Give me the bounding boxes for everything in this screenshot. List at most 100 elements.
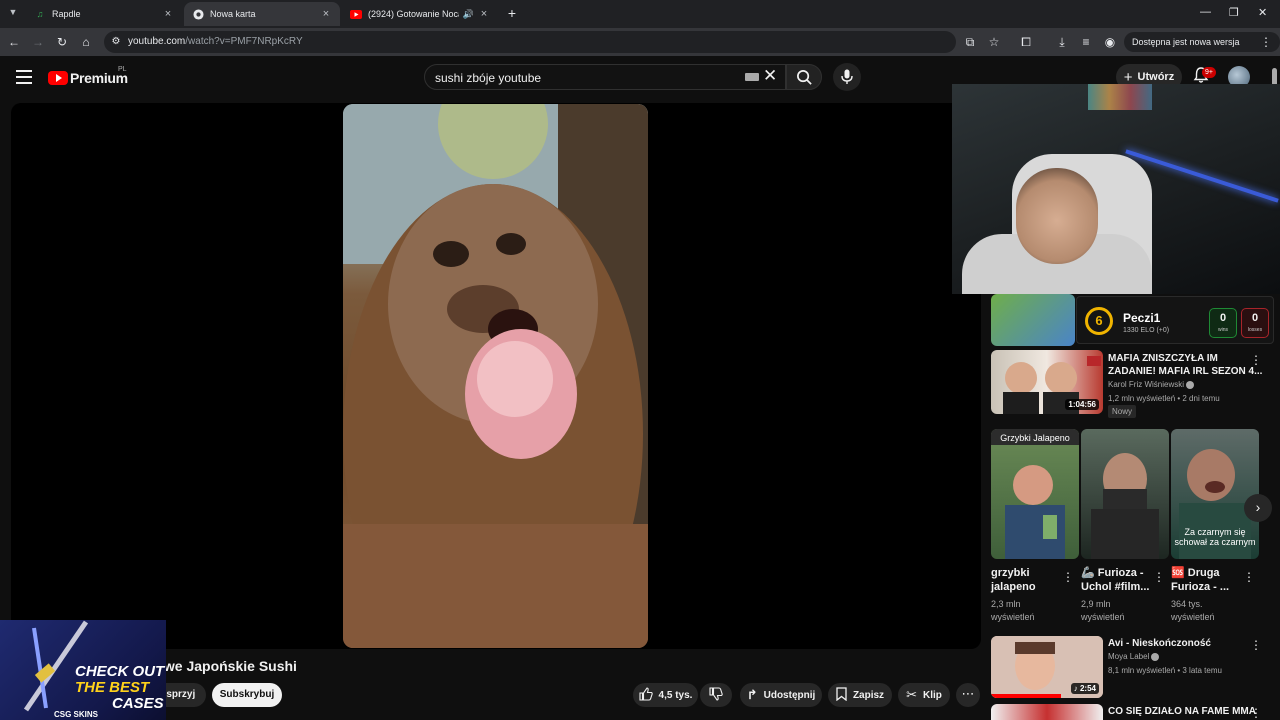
short-title-line-2[interactable]: Furioza - ... (1171, 580, 1229, 594)
channel-name-text: Moya Label (1108, 652, 1150, 661)
forward-icon[interactable]: → (30, 34, 46, 50)
restore-icon[interactable]: ❐ (1229, 6, 1239, 19)
reload-icon[interactable]: ↻ (54, 34, 70, 50)
video-frame (343, 104, 648, 648)
new-badge: Nowy (1108, 405, 1137, 418)
dislike-button[interactable] (700, 683, 732, 707)
more-options-icon[interactable]: ⋮ (1250, 354, 1262, 366)
video-player[interactable] (11, 103, 981, 649)
address-bar[interactable]: ⚙ youtube.com/watch?v=PMF7NRpKcRY ⧉ ☆ (104, 31, 999, 53)
video-title-line-2[interactable]: ZADANIE! MAFIA IRL SEZON 4... (1108, 365, 1262, 378)
wins-label: wins (1217, 327, 1228, 333)
short-title-line-1[interactable]: 🦾 Furioza - (1081, 566, 1144, 580)
close-window-icon[interactable]: ✕ (1258, 6, 1267, 19)
more-options-icon[interactable]: ⋮ (1243, 571, 1255, 583)
short-views: 2,3 mln (991, 599, 1021, 609)
losses-label: losses (1247, 327, 1263, 333)
short-views: 2,9 mln (1081, 599, 1111, 609)
minimize-icon[interactable]: — (1200, 6, 1211, 18)
clip-button[interactable]: ✂ Klip (898, 683, 950, 707)
speaker-icon[interactable]: 🔊 (463, 9, 474, 20)
subscribe-button[interactable]: Subskrybuj (212, 683, 282, 707)
faceit-losses: 0 losses (1241, 308, 1269, 338)
extensions-icon[interactable]: ⧠ (1018, 34, 1034, 50)
clear-search-icon[interactable]: ✕ (763, 66, 777, 86)
chrome-menu-icon[interactable]: ⋮ (1258, 34, 1274, 50)
new-tab-button[interactable]: + (503, 5, 521, 23)
more-options-icon[interactable]: ⋮ (1250, 639, 1262, 651)
short-views: 364 tys. (1171, 599, 1203, 609)
tab-new-tab[interactable]: Nowa karta × (184, 2, 340, 26)
channel-name[interactable]: Moya Label (1108, 652, 1160, 661)
video-title-line-1[interactable]: Avi - Nieskończoność (1108, 637, 1211, 650)
tab-search-chevron-icon[interactable]: ▼ (6, 7, 20, 21)
home-icon[interactable]: ⌂ (78, 34, 94, 50)
music-note-icon: ♫ (36, 9, 44, 19)
share-button[interactable]: ↱ Udostępnij (740, 683, 822, 707)
video-thumbnail[interactable] (991, 704, 1103, 720)
more-options-icon[interactable]: ⋮ (1062, 571, 1074, 583)
short-title-line-1[interactable]: grzybki (991, 566, 1030, 580)
close-tab-icon[interactable]: × (478, 8, 490, 20)
search-input[interactable]: sushi zbóje youtube (424, 64, 786, 90)
channel-name[interactable]: Karol Friz Wiśniewski (1108, 380, 1195, 389)
tab-title: Nowa karta (210, 9, 256, 19)
like-count: 4,5 tys. (658, 689, 693, 701)
tab-title: Rapdle (52, 9, 81, 19)
more-options-icon[interactable]: ⋮ (1250, 707, 1262, 719)
share-label: Udostępnij (763, 689, 816, 701)
video-thumbnail[interactable]: 1:04:56 (991, 350, 1103, 414)
media-queue-icon[interactable]: ≡ (1078, 34, 1094, 50)
like-button[interactable]: 4,5 tys. (633, 683, 698, 707)
thumbs-down-icon (709, 686, 723, 704)
video-content-image (343, 104, 648, 648)
site-info-icon[interactable]: ⚙ (108, 34, 124, 50)
csgo-skins-promo[interactable]: CHECK OUT THE BEST CASES CSG SKINS (0, 620, 166, 720)
back-icon[interactable]: ← (6, 34, 22, 50)
microphone-icon (841, 69, 853, 84)
close-tab-icon[interactable]: × (162, 8, 174, 20)
more-options-icon[interactable]: ⋮ (1153, 571, 1165, 583)
short-title-line-1[interactable]: 🆘 Druga (1171, 566, 1220, 580)
streamer-face (1016, 168, 1098, 264)
tab-youtube[interactable]: (2924) Gotowanie Nocą | P 🔊 × (342, 2, 498, 26)
video-thumbnail[interactable] (991, 294, 1075, 346)
promo-line-3: CASES (112, 695, 164, 712)
video-thumbnail[interactable]: ♪ 2:54 (991, 636, 1103, 698)
keyboard-icon[interactable] (745, 73, 759, 81)
region-code: PL (118, 66, 127, 73)
faceit-stats-widget: 6 Peczi1 1330 ELO (+0) 0 wins 0 losses (1076, 296, 1274, 344)
voice-search-button[interactable] (833, 63, 861, 91)
download-icon[interactable]: ⤓ (1054, 34, 1070, 50)
video-title-line-1[interactable]: CO SIĘ DZIAŁO NA FAME MMA (1108, 705, 1256, 718)
more-actions-button[interactable]: ⋯ (956, 683, 980, 707)
short-thumbnail[interactable]: Za czarnym się schował za czarnym (1171, 429, 1259, 559)
short-thumbnail[interactable]: Grzybki Jalapeno (991, 429, 1079, 559)
chrome-icon (192, 8, 204, 20)
profile-icon[interactable]: ◉ (1102, 34, 1118, 50)
menu-icon[interactable] (16, 70, 32, 84)
tab-rapdle[interactable]: ♫ Rapdle × (26, 2, 182, 26)
youtube-logo[interactable]: Premium (48, 70, 128, 86)
short-thumbnail[interactable] (1081, 429, 1169, 559)
video-title-line-1[interactable]: MAFIA ZNISZCZYŁA IM (1108, 352, 1218, 365)
short-views-label: wyświetleń (1081, 612, 1125, 622)
promo-line-2: THE BEST (75, 679, 150, 696)
share-icon: ↱ (746, 687, 758, 702)
close-tab-icon[interactable]: × (320, 8, 332, 20)
short-title-line-2[interactable]: jalapeno (991, 580, 1036, 594)
scissors-icon: ✂ (906, 687, 917, 702)
short-title-line-2[interactable]: Uchol #film... (1081, 580, 1149, 594)
plus-icon: + (1123, 68, 1133, 86)
install-app-icon[interactable]: ⧉ (962, 34, 978, 50)
save-button[interactable]: Zapisz (828, 683, 892, 707)
short-overlay-text: Grzybki Jalapeno (1000, 433, 1070, 443)
video-duration: 1:04:56 (1065, 399, 1099, 410)
promo-line-1: CHECK OUT (75, 663, 165, 680)
search-button[interactable] (786, 64, 822, 90)
verified-icon (1186, 380, 1195, 389)
chrome-update-button[interactable]: Dostępna jest nowa wersja Chrome (1124, 32, 1280, 67)
bookmark-star-icon[interactable]: ☆ (986, 34, 1002, 50)
shorts-next-button[interactable]: › (1244, 494, 1272, 522)
bookmark-icon (836, 686, 847, 704)
